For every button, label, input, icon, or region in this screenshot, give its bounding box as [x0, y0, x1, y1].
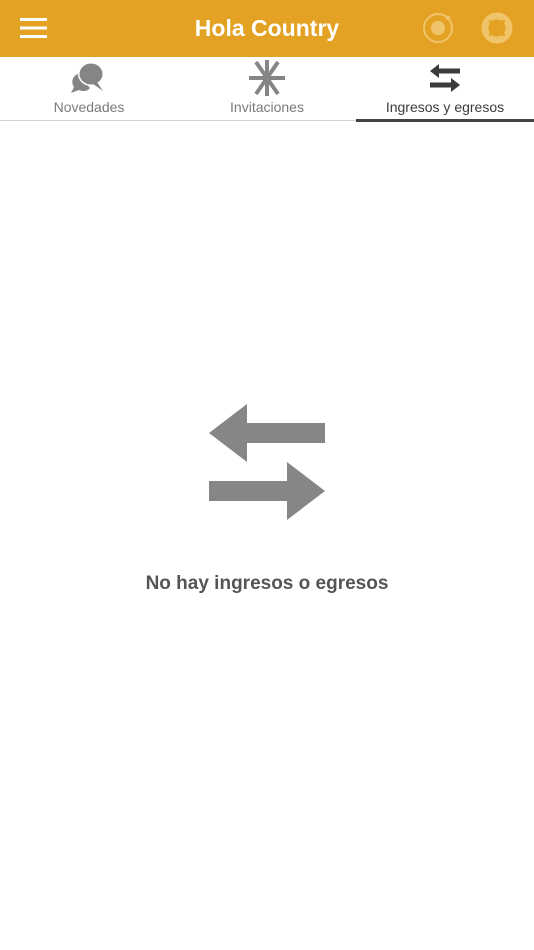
tab-bar: Novedades Invitaciones Ingresos y egreso…	[0, 57, 534, 122]
swap-arrows-icon	[209, 404, 325, 520]
record-button[interactable]	[419, 9, 457, 47]
tab-ingresos-egresos[interactable]: Ingresos y egresos	[356, 57, 534, 122]
tab-label: Invitaciones	[230, 99, 304, 115]
record-icon	[423, 13, 453, 43]
lifebuoy-icon	[481, 12, 513, 44]
hamburger-menu-icon	[20, 18, 47, 38]
empty-state-message: No hay ingresos o egresos	[145, 573, 389, 594]
chat-bubbles-icon	[71, 62, 104, 93]
menu-button[interactable]	[14, 10, 54, 46]
support-button[interactable]	[478, 9, 516, 47]
tab-invitaciones[interactable]: Invitaciones	[178, 57, 356, 120]
asterisk-icon	[249, 60, 285, 96]
tab-label: Novedades	[53, 99, 125, 115]
swap-arrows-icon	[430, 64, 460, 92]
active-tab-indicator	[356, 119, 534, 122]
tab-label: Ingresos y egresos	[385, 99, 505, 115]
app-bar: Hola Country	[0, 0, 534, 57]
tab-novedades[interactable]: Novedades	[0, 57, 178, 120]
